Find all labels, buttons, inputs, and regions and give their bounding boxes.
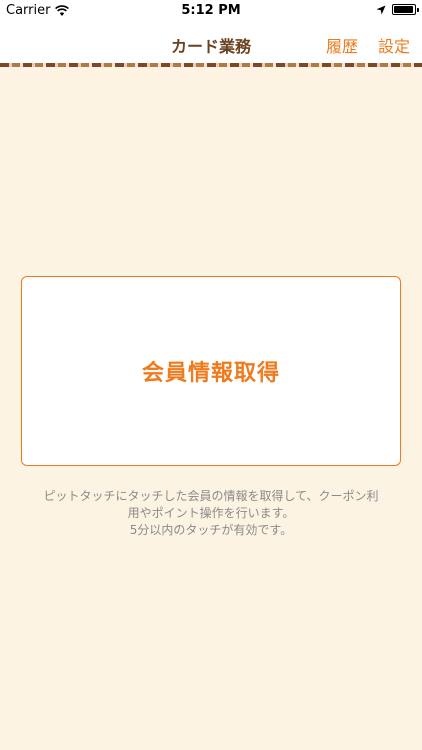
location-arrow-icon: [376, 5, 386, 14]
get-member-info-label: 会員情報取得: [141, 361, 280, 386]
get-member-info-button[interactable]: 会員情報取得: [21, 276, 401, 466]
history-button[interactable]: 履歴: [326, 33, 358, 57]
battery-icon: [392, 4, 419, 15]
status-right: [376, 4, 419, 15]
status-time: 5:12 PM: [181, 3, 241, 18]
settings-button[interactable]: 設定: [378, 33, 410, 57]
nav-title: カード業務: [170, 37, 251, 56]
navigation-bar: カード業務 履歴 設定: [0, 22, 422, 63]
description-line: 5分以内のタッチが有効です。: [129, 523, 293, 537]
battery-fill: [394, 6, 413, 13]
battery-cap: [417, 8, 419, 12]
decorative-stripe: [0, 63, 422, 67]
status-bar: Carrier 5:12 PM: [0, 0, 422, 22]
description-line: 用やポイント操作を行います。: [127, 506, 295, 520]
description-text: ピットタッチにタッチした会員の情報を取得して、クーポン利 用やポイント操作を行い…: [24, 488, 398, 539]
description-line: ピットタッチにタッチした会員の情報を取得して、クーポン利: [43, 489, 379, 503]
